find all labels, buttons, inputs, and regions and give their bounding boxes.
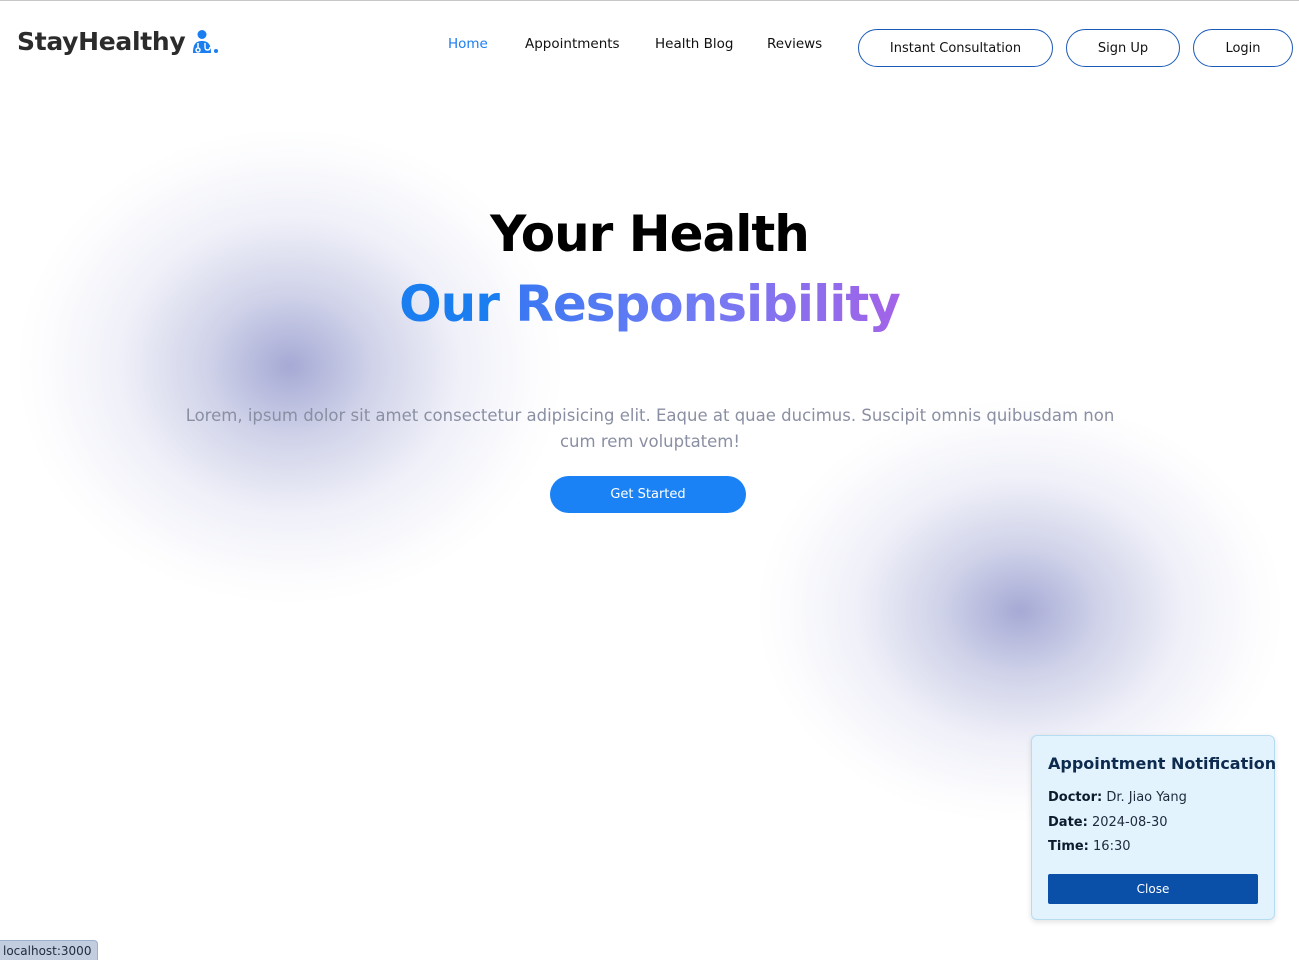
notification-time-label: Time: bbox=[1048, 839, 1089, 854]
background-blob-left bbox=[20, 131, 560, 601]
notification-title: Appointment Notification bbox=[1048, 754, 1277, 773]
get-started-button[interactable]: Get Started bbox=[550, 476, 746, 513]
hero-title: Your Health Our Responsibility bbox=[0, 209, 1299, 329]
notification-time-row: Time: 16:30 bbox=[1048, 839, 1131, 854]
hero-title-word-responsibility: Responsibility bbox=[515, 275, 901, 333]
appointment-notification: Appointment Notification Doctor: Dr. Jia… bbox=[1031, 735, 1277, 920]
hero-description: Lorem, ipsum dolor sit amet consectetur … bbox=[185, 406, 1115, 451]
notification-doctor-row: Doctor: Dr. Jiao Yang bbox=[1048, 790, 1187, 805]
notification-doctor-value: Dr. Jiao Yang bbox=[1106, 790, 1187, 805]
sign-up-button[interactable]: Sign Up bbox=[1066, 29, 1180, 67]
nav-link-health-blog[interactable]: Health Blog bbox=[655, 36, 733, 52]
nav-link-home[interactable]: Home bbox=[448, 36, 488, 52]
notification-date-value: 2024-08-30 bbox=[1091, 815, 1168, 830]
status-bar-url: localhost:3000 bbox=[0, 940, 99, 960]
navbar: StayHealthy Home Appointments Health Blo… bbox=[0, 1, 1299, 91]
hero-title-word-our: Our bbox=[399, 275, 500, 333]
notification-date-row: Date: 2024-08-30 bbox=[1048, 815, 1168, 830]
hero-title-line2: Our Responsibility bbox=[0, 279, 1299, 329]
nav-link-reviews[interactable]: Reviews bbox=[767, 36, 822, 52]
notification-close-button[interactable]: Close bbox=[1048, 874, 1258, 904]
notification-time-value: 16:30 bbox=[1093, 839, 1131, 854]
notification-date-label: Date: bbox=[1048, 815, 1088, 830]
nav-link-appointments[interactable]: Appointments bbox=[525, 36, 620, 52]
notification-doctor-label: Doctor: bbox=[1048, 790, 1103, 805]
hero-title-line1: Your Health bbox=[490, 205, 810, 263]
login-button[interactable]: Login bbox=[1193, 29, 1293, 67]
page: StayHealthy Home Appointments Health Blo… bbox=[0, 0, 1299, 960]
instant-consultation-button[interactable]: Instant Consultation bbox=[858, 29, 1053, 67]
